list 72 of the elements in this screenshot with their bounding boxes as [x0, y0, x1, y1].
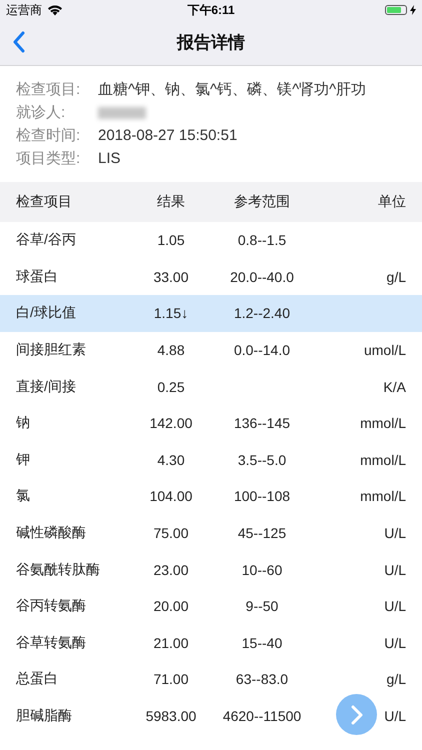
- table-cell: 1.2--2.40: [234, 305, 290, 322]
- table-cell: 20.00: [153, 598, 189, 614]
- column-header: 单位: [377, 193, 406, 211]
- table-cell: 21.00: [153, 634, 189, 651]
- table-cell: 23.00: [153, 562, 189, 578]
- table-cell: U/L: [384, 562, 406, 578]
- table-cell: 20.0--40.0: [230, 268, 294, 285]
- table-cell: 9--50: [246, 598, 278, 614]
- info-label: 就诊人:: [16, 103, 66, 122]
- table-cell: 4.88: [157, 342, 185, 358]
- table-cell: 钠: [16, 414, 30, 430]
- table-cell: U/L: [384, 708, 406, 724]
- table-cell: 5983.00: [146, 708, 196, 724]
- table-cell: 4.30: [157, 452, 185, 468]
- status-time: 下午6:11: [186, 2, 236, 18]
- table-cell: 间接胆红素: [16, 341, 86, 358]
- table-cell: 碱性磷酸酶: [16, 524, 86, 540]
- table-cell: 142.00: [150, 415, 192, 432]
- table-cell: g/L: [386, 268, 406, 285]
- table-cell: g/L: [386, 671, 406, 688]
- wifi-icon: [47, 4, 63, 16]
- table-cell: 45--125: [238, 525, 286, 542]
- info-value: LIS: [98, 150, 121, 167]
- info-label: 检查时间:: [16, 126, 82, 145]
- column-header: 参考范围: [233, 193, 291, 211]
- table-cell: 100--108: [234, 488, 290, 504]
- carrier-name: 运营商: [6, 2, 42, 18]
- table-cell: 75.00: [153, 525, 189, 542]
- table-cell: 71.00: [153, 671, 189, 688]
- table-cell: 10--60: [242, 562, 282, 578]
- table-cell: 谷氨酰转肽酶: [16, 560, 100, 577]
- info-label: 项目类型:: [16, 149, 82, 168]
- table-cell: 钾: [16, 450, 30, 467]
- page-title: 报告详情: [177, 32, 245, 54]
- table-cell: 总蛋白: [16, 670, 58, 686]
- table-cell: mmol/L: [360, 452, 406, 468]
- table-cell: 球蛋白: [16, 268, 58, 284]
- next-button[interactable]: [336, 694, 377, 735]
- table-cell: U/L: [384, 525, 406, 542]
- back-icon[interactable]: [12, 31, 26, 53]
- table-cell: umol/L: [364, 342, 406, 358]
- table-cell: 136--145: [234, 415, 290, 432]
- table-cell: 4620--11500: [222, 708, 302, 724]
- table-cell: K/A: [383, 378, 406, 395]
- table-cell: 63--83.0: [236, 671, 288, 688]
- table-cell: 直接/间接: [16, 378, 76, 394]
- table-cell: 0.0--14.0: [234, 342, 290, 358]
- table-cell: 氯: [16, 487, 30, 504]
- battery-icon: [385, 5, 407, 15]
- table-cell: U/L: [384, 598, 406, 614]
- table-cell: 15--40: [242, 634, 282, 651]
- table-cell: 谷草转氨酶: [16, 634, 86, 650]
- chevron-right-icon: [350, 704, 364, 724]
- column-header: 结果: [156, 193, 186, 211]
- table-cell: U/L: [384, 634, 406, 651]
- table-cell: 3.5--5.0: [238, 452, 286, 468]
- table-cell: 104.00: [150, 488, 192, 504]
- table-cell: 谷草/谷丙: [16, 231, 76, 248]
- table-cell: mmol/L: [360, 488, 406, 504]
- table-cell: mmol/L: [360, 415, 406, 432]
- table-cell: 1.05: [157, 232, 185, 248]
- table-cell: 白/球比值: [16, 304, 76, 320]
- table-cell: 1.15↓: [154, 305, 188, 322]
- table-cell: 谷丙转氨酶: [16, 597, 86, 614]
- info-value: 血糖^钾、钠、氯^钙、磷、镁^肾功^肝功: [98, 80, 366, 99]
- table-cell: 0.8--1.5: [238, 232, 286, 248]
- table-cell: 0.25: [157, 378, 185, 395]
- table-cell: 胆碱脂酶: [16, 707, 72, 724]
- info-value: 2018-08-27 15:50:51: [98, 127, 238, 144]
- column-header: 检查项目: [16, 193, 73, 211]
- table-cell: 33.00: [153, 268, 189, 285]
- info-label: 检查项目:: [16, 80, 82, 99]
